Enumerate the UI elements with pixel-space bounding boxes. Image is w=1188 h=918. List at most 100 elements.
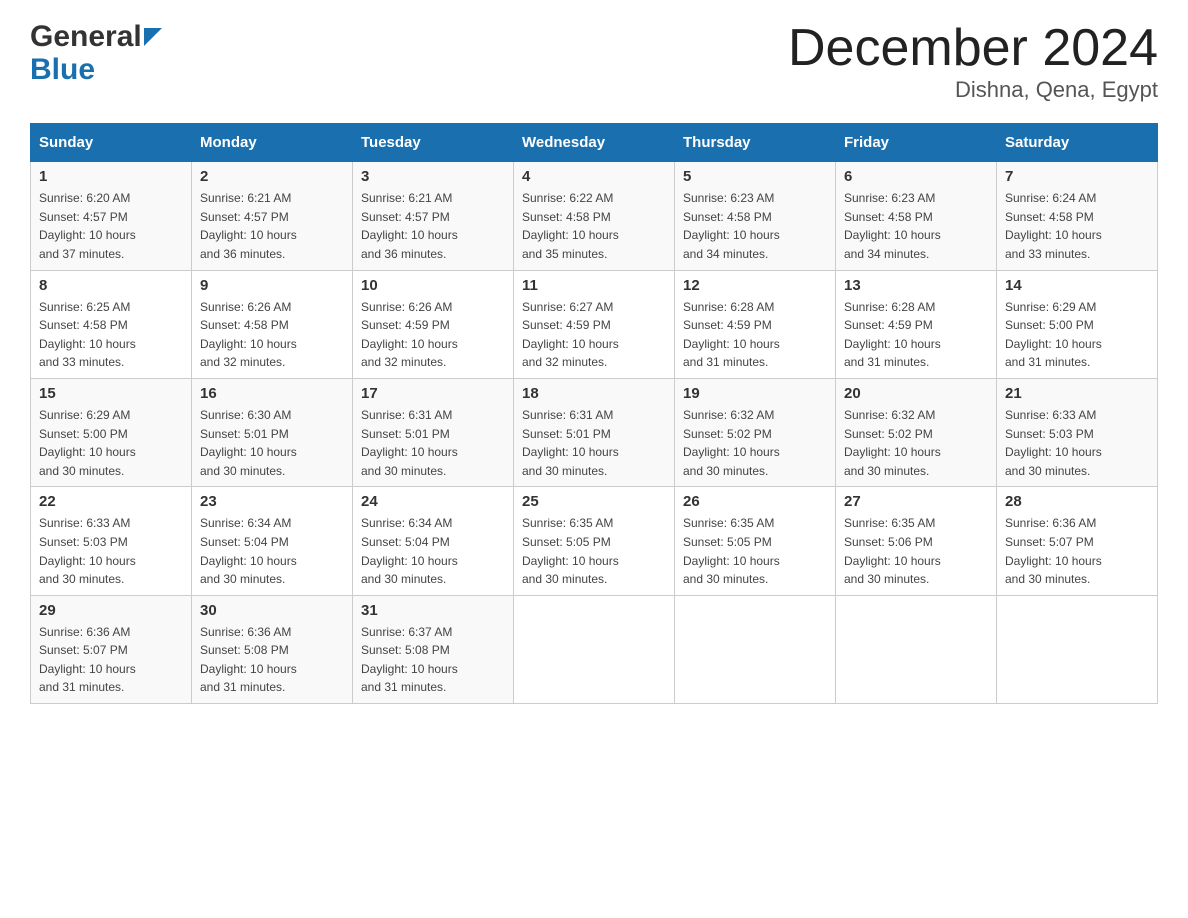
day-info: Sunrise: 6:31 AMSunset: 5:01 PMDaylight:… [522, 408, 619, 478]
day-number: 21 [1005, 385, 1149, 402]
day-info: Sunrise: 6:25 AMSunset: 4:58 PMDaylight:… [39, 300, 136, 370]
calendar-cell: 15 Sunrise: 6:29 AMSunset: 5:00 PMDaylig… [31, 378, 192, 486]
day-number: 3 [361, 168, 505, 185]
day-info: Sunrise: 6:22 AMSunset: 4:58 PMDaylight:… [522, 191, 619, 261]
calendar-cell: 27 Sunrise: 6:35 AMSunset: 5:06 PMDaylig… [836, 487, 997, 595]
calendar-cell: 17 Sunrise: 6:31 AMSunset: 5:01 PMDaylig… [353, 378, 514, 486]
day-info: Sunrise: 6:35 AMSunset: 5:05 PMDaylight:… [683, 516, 780, 586]
calendar-cell: 25 Sunrise: 6:35 AMSunset: 5:05 PMDaylig… [514, 487, 675, 595]
day-info: Sunrise: 6:35 AMSunset: 5:05 PMDaylight:… [522, 516, 619, 586]
day-info: Sunrise: 6:32 AMSunset: 5:02 PMDaylight:… [844, 408, 941, 478]
day-info: Sunrise: 6:31 AMSunset: 5:01 PMDaylight:… [361, 408, 458, 478]
day-info: Sunrise: 6:21 AMSunset: 4:57 PMDaylight:… [200, 191, 297, 261]
day-info: Sunrise: 6:36 AMSunset: 5:07 PMDaylight:… [39, 625, 136, 695]
day-number: 2 [200, 168, 344, 185]
day-info: Sunrise: 6:33 AMSunset: 5:03 PMDaylight:… [1005, 408, 1102, 478]
calendar-cell: 4 Sunrise: 6:22 AMSunset: 4:58 PMDayligh… [514, 162, 675, 270]
day-number: 12 [683, 277, 827, 294]
day-number: 22 [39, 493, 183, 510]
calendar-cell [675, 595, 836, 703]
day-number: 4 [522, 168, 666, 185]
page-header: General Blue December 2024 Dishna, Qena,… [30, 20, 1158, 103]
calendar-header: Sunday Monday Tuesday Wednesday Thursday… [31, 124, 1158, 162]
calendar-cell: 16 Sunrise: 6:30 AMSunset: 5:01 PMDaylig… [192, 378, 353, 486]
calendar-cell: 2 Sunrise: 6:21 AMSunset: 4:57 PMDayligh… [192, 162, 353, 270]
day-info: Sunrise: 6:26 AMSunset: 4:59 PMDaylight:… [361, 300, 458, 370]
day-info: Sunrise: 6:32 AMSunset: 5:02 PMDaylight:… [683, 408, 780, 478]
calendar-cell: 13 Sunrise: 6:28 AMSunset: 4:59 PMDaylig… [836, 270, 997, 378]
day-info: Sunrise: 6:36 AMSunset: 5:08 PMDaylight:… [200, 625, 297, 695]
title-area: December 2024 Dishna, Qena, Egypt [788, 20, 1158, 103]
calendar-cell [514, 595, 675, 703]
calendar-cell: 28 Sunrise: 6:36 AMSunset: 5:07 PMDaylig… [997, 487, 1158, 595]
calendar-cell: 19 Sunrise: 6:32 AMSunset: 5:02 PMDaylig… [675, 378, 836, 486]
day-number: 18 [522, 385, 666, 402]
calendar-week-3: 15 Sunrise: 6:29 AMSunset: 5:00 PMDaylig… [31, 378, 1158, 486]
day-info: Sunrise: 6:35 AMSunset: 5:06 PMDaylight:… [844, 516, 941, 586]
day-number: 25 [522, 493, 666, 510]
calendar-cell: 20 Sunrise: 6:32 AMSunset: 5:02 PMDaylig… [836, 378, 997, 486]
day-info: Sunrise: 6:29 AMSunset: 5:00 PMDaylight:… [1005, 300, 1102, 370]
calendar-cell: 21 Sunrise: 6:33 AMSunset: 5:03 PMDaylig… [997, 378, 1158, 486]
day-info: Sunrise: 6:21 AMSunset: 4:57 PMDaylight:… [361, 191, 458, 261]
day-number: 9 [200, 277, 344, 294]
day-info: Sunrise: 6:33 AMSunset: 5:03 PMDaylight:… [39, 516, 136, 586]
calendar-cell: 10 Sunrise: 6:26 AMSunset: 4:59 PMDaylig… [353, 270, 514, 378]
header-wednesday: Wednesday [514, 124, 675, 162]
header-sunday: Sunday [31, 124, 192, 162]
calendar-cell [997, 595, 1158, 703]
calendar-cell: 9 Sunrise: 6:26 AMSunset: 4:58 PMDayligh… [192, 270, 353, 378]
day-number: 31 [361, 602, 505, 619]
calendar-body: 1 Sunrise: 6:20 AMSunset: 4:57 PMDayligh… [31, 162, 1158, 704]
logo-general-text: General [30, 20, 142, 53]
header-monday: Monday [192, 124, 353, 162]
day-number: 14 [1005, 277, 1149, 294]
calendar-cell: 12 Sunrise: 6:28 AMSunset: 4:59 PMDaylig… [675, 270, 836, 378]
calendar-week-4: 22 Sunrise: 6:33 AMSunset: 5:03 PMDaylig… [31, 487, 1158, 595]
day-number: 10 [361, 277, 505, 294]
calendar-table: Sunday Monday Tuesday Wednesday Thursday… [30, 123, 1158, 704]
day-info: Sunrise: 6:37 AMSunset: 5:08 PMDaylight:… [361, 625, 458, 695]
day-number: 17 [361, 385, 505, 402]
day-number: 28 [1005, 493, 1149, 510]
day-number: 6 [844, 168, 988, 185]
calendar-cell: 30 Sunrise: 6:36 AMSunset: 5:08 PMDaylig… [192, 595, 353, 703]
day-info: Sunrise: 6:36 AMSunset: 5:07 PMDaylight:… [1005, 516, 1102, 586]
calendar-cell: 8 Sunrise: 6:25 AMSunset: 4:58 PMDayligh… [31, 270, 192, 378]
calendar-week-1: 1 Sunrise: 6:20 AMSunset: 4:57 PMDayligh… [31, 162, 1158, 270]
calendar-cell: 29 Sunrise: 6:36 AMSunset: 5:07 PMDaylig… [31, 595, 192, 703]
day-number: 30 [200, 602, 344, 619]
day-number: 20 [844, 385, 988, 402]
day-number: 29 [39, 602, 183, 619]
day-info: Sunrise: 6:34 AMSunset: 5:04 PMDaylight:… [361, 516, 458, 586]
month-title: December 2024 [788, 20, 1158, 77]
header-tuesday: Tuesday [353, 124, 514, 162]
day-info: Sunrise: 6:20 AMSunset: 4:57 PMDaylight:… [39, 191, 136, 261]
day-info: Sunrise: 6:28 AMSunset: 4:59 PMDaylight:… [844, 300, 941, 370]
day-number: 24 [361, 493, 505, 510]
day-info: Sunrise: 6:23 AMSunset: 4:58 PMDaylight:… [683, 191, 780, 261]
calendar-cell: 26 Sunrise: 6:35 AMSunset: 5:05 PMDaylig… [675, 487, 836, 595]
day-number: 23 [200, 493, 344, 510]
day-number: 13 [844, 277, 988, 294]
header-row: Sunday Monday Tuesday Wednesday Thursday… [31, 124, 1158, 162]
day-number: 11 [522, 277, 666, 294]
calendar-cell: 22 Sunrise: 6:33 AMSunset: 5:03 PMDaylig… [31, 487, 192, 595]
day-info: Sunrise: 6:23 AMSunset: 4:58 PMDaylight:… [844, 191, 941, 261]
day-number: 26 [683, 493, 827, 510]
calendar-cell: 3 Sunrise: 6:21 AMSunset: 4:57 PMDayligh… [353, 162, 514, 270]
calendar-cell: 7 Sunrise: 6:24 AMSunset: 4:58 PMDayligh… [997, 162, 1158, 270]
header-friday: Friday [836, 124, 997, 162]
day-number: 27 [844, 493, 988, 510]
calendar-cell: 24 Sunrise: 6:34 AMSunset: 5:04 PMDaylig… [353, 487, 514, 595]
calendar-cell: 14 Sunrise: 6:29 AMSunset: 5:00 PMDaylig… [997, 270, 1158, 378]
day-number: 19 [683, 385, 827, 402]
calendar-cell: 18 Sunrise: 6:31 AMSunset: 5:01 PMDaylig… [514, 378, 675, 486]
calendar-cell: 11 Sunrise: 6:27 AMSunset: 4:59 PMDaylig… [514, 270, 675, 378]
calendar-cell [836, 595, 997, 703]
calendar-cell: 23 Sunrise: 6:34 AMSunset: 5:04 PMDaylig… [192, 487, 353, 595]
day-info: Sunrise: 6:26 AMSunset: 4:58 PMDaylight:… [200, 300, 297, 370]
day-info: Sunrise: 6:30 AMSunset: 5:01 PMDaylight:… [200, 408, 297, 478]
day-info: Sunrise: 6:27 AMSunset: 4:59 PMDaylight:… [522, 300, 619, 370]
day-number: 5 [683, 168, 827, 185]
